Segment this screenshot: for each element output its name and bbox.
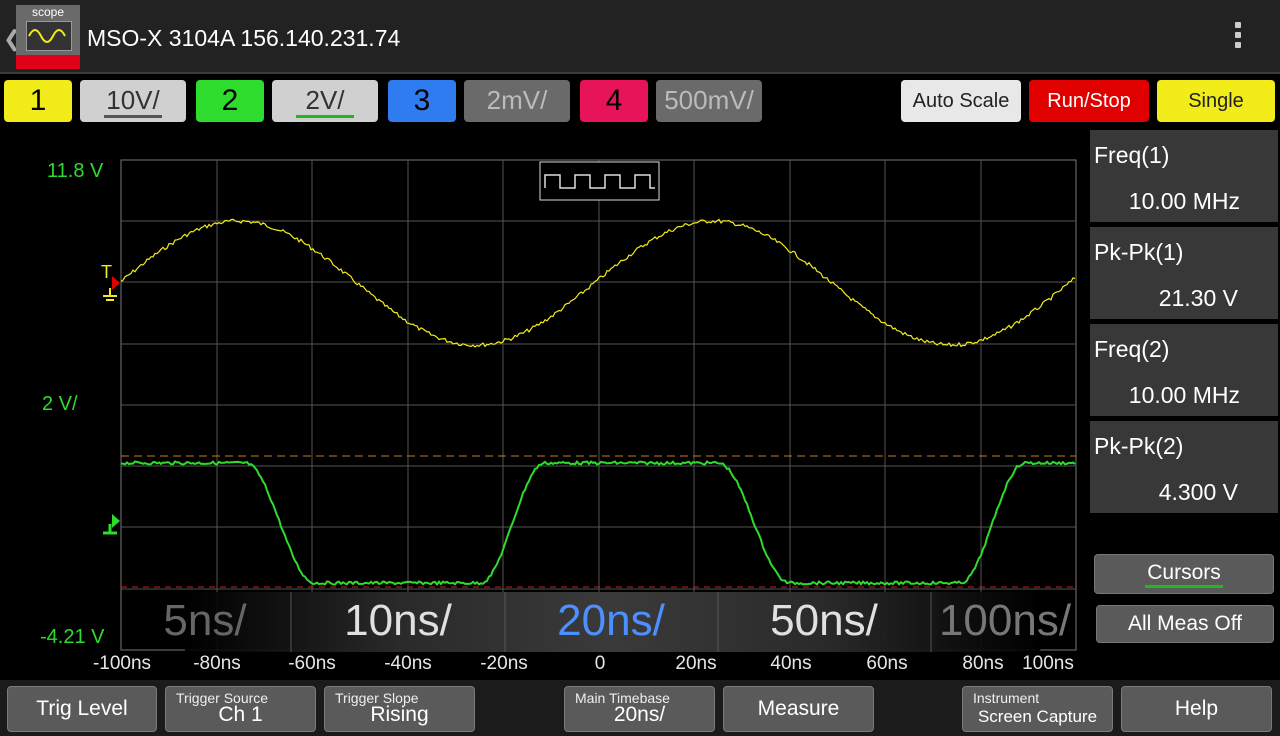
measurement-label: Freq(2) [1094, 336, 1170, 362]
channel-4-scale-button[interactable]: 500mV/ [656, 80, 762, 122]
channel-2-scale-underline [296, 115, 354, 118]
main-timebase-value: 20ns/ [613, 703, 666, 726]
help-button[interactable]: Help [1121, 686, 1272, 732]
all-meas-off-button[interactable]: All Meas Off [1096, 605, 1274, 643]
app-icon-label: scope [31, 5, 65, 19]
channel-2-scale-label: 2V/ [305, 85, 345, 115]
trigger-source-value: Ch 1 [218, 703, 263, 726]
channel-1-waveform [120, 218, 1076, 348]
trigger-label: T [101, 262, 112, 282]
channel-3-scale-label: 2mV/ [486, 85, 548, 115]
time-label: -40ns [384, 653, 432, 674]
screen-capture-button[interactable]: Instrument Screen Capture [962, 686, 1113, 732]
overflow-menu-icon[interactable] [1226, 22, 1250, 54]
timebase-option-100ns[interactable]: 100ns/ [939, 596, 1071, 646]
cursors-label: Cursors [1147, 561, 1221, 584]
channel-3-scale-button[interactable]: 2mV/ [464, 80, 570, 122]
measure-button[interactable]: Measure [723, 686, 874, 732]
timebase-option-5ns[interactable]: 5ns/ [163, 596, 246, 646]
app-icon[interactable]: scope [16, 5, 80, 69]
time-label: 0 [594, 653, 606, 674]
time-label: -20ns [480, 653, 528, 674]
measurement-value: 21.30 V [1158, 285, 1238, 311]
channel-4-button[interactable]: 4 [580, 80, 648, 122]
timebase-option-10ns[interactable]: 10ns/ [344, 596, 452, 646]
run-stop-button[interactable]: Run/Stop [1029, 80, 1149, 122]
channel-2-button[interactable]: 2 [196, 80, 264, 122]
time-label: -80ns [193, 653, 241, 674]
screen-capture-label: Screen Capture [977, 707, 1098, 726]
timebase-selector[interactable]: 5ns/ 10ns/ 20ns/ 50ns/ 100ns/ [163, 592, 1071, 652]
time-label: 80ns [962, 653, 1004, 674]
channel-1-button[interactable]: 1 [4, 80, 72, 122]
trig-level-button[interactable]: Trig Level [7, 686, 157, 732]
channel-2-waveform [121, 459, 1076, 587]
measurement-pkpk-1[interactable]: Pk-Pk(1) 21.30 V [1090, 227, 1278, 319]
time-label: 60ns [866, 653, 908, 674]
timebase-option-50ns[interactable]: 50ns/ [770, 596, 878, 646]
waveform-display[interactable]: T [0, 128, 1088, 658]
trigger-source-button[interactable]: Trigger Source Ch 1 [165, 686, 316, 732]
time-label: -100ns [92, 653, 152, 674]
channel-1-scale-underline [104, 115, 162, 118]
measure-label: Measure [757, 697, 840, 720]
help-label: Help [1174, 697, 1219, 720]
single-button[interactable]: Single [1157, 80, 1275, 122]
measurement-label: Freq(1) [1094, 142, 1170, 168]
scope-wave-icon [26, 21, 72, 51]
channel-2-scale-button[interactable]: 2V/ [272, 80, 378, 122]
instrument-caption: Instrument [973, 690, 1040, 706]
trigger-position-indicator [539, 161, 660, 201]
instrument-title: MSO-X 3104A 156.140.231.74 [87, 25, 401, 51]
measurement-freq-2[interactable]: Freq(2) 10.00 MHz [1090, 324, 1278, 416]
app-icon-badge [16, 55, 80, 69]
trigger-slope-value: Rising [370, 703, 429, 726]
time-label: 20ns [675, 653, 717, 674]
channel-2-ground-marker[interactable] [103, 514, 120, 535]
channel-1-scale-label: 10V/ [106, 85, 160, 115]
measurement-freq-1[interactable]: Freq(1) 10.00 MHz [1090, 130, 1278, 222]
trig-level-label: Trig Level [36, 697, 128, 720]
top-voltage-label: 11.8 V [47, 160, 104, 182]
cursors-active-underline [1145, 585, 1223, 588]
main-timebase-button[interactable]: Main Timebase 20ns/ [564, 686, 715, 732]
measurement-value: 4.300 V [1158, 479, 1238, 505]
channel-4-scale-label: 500mV/ [664, 85, 754, 115]
auto-scale-button[interactable]: Auto Scale [901, 80, 1021, 122]
channel-3-button[interactable]: 3 [388, 80, 456, 122]
time-label: 40ns [770, 653, 812, 674]
cursors-button[interactable]: Cursors [1094, 554, 1274, 594]
measurement-label: Pk-Pk(1) [1094, 239, 1184, 265]
time-label: 100ns [1022, 653, 1074, 674]
bottom-voltage-label: -4.21 V [40, 626, 105, 648]
vertical-scale-label: 2 V/ [42, 393, 78, 415]
measurement-value: 10.00 MHz [1128, 382, 1240, 408]
time-label: -60ns [288, 653, 336, 674]
measurement-pkpk-2[interactable]: Pk-Pk(2) 4.300 V [1090, 421, 1278, 513]
channel-1-scale-button[interactable]: 10V/ [80, 80, 186, 122]
graticule [120, 159, 1077, 651]
measurement-value: 10.00 MHz [1128, 188, 1240, 214]
trigger-slope-button[interactable]: Trigger Slope Rising [324, 686, 475, 732]
measurement-label: Pk-Pk(2) [1094, 433, 1184, 459]
trigger-level-marker[interactable]: T [101, 262, 120, 301]
timebase-option-20ns-selected[interactable]: 20ns/ [557, 596, 665, 646]
